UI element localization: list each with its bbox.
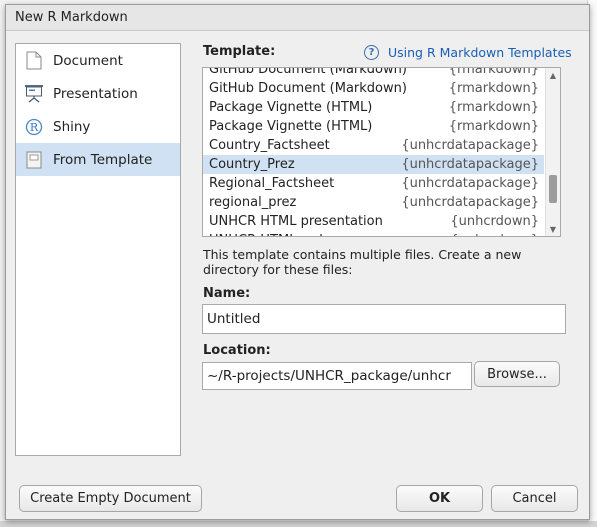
type-item-document[interactable]: Document: [16, 44, 180, 77]
svg-text:R: R: [30, 121, 39, 134]
template-row[interactable]: UNHCR HTML presentation {unhcrdown}: [203, 212, 544, 231]
document-icon: [24, 51, 44, 71]
template-row[interactable]: Country_Factsheet {unhcrdatapackage}: [203, 136, 544, 155]
template-name: Country_Factsheet: [209, 138, 330, 153]
new-rmarkdown-dialog: New R Markdown Document Presentation R S…: [5, 4, 590, 520]
template-label: Template:: [203, 44, 276, 59]
template-package: {unhcrdatapackage}: [401, 195, 539, 210]
help-link-text: Using R Markdown Templates: [388, 45, 572, 60]
scroll-down-icon[interactable]: ▼: [546, 222, 560, 236]
presentation-icon: [24, 84, 44, 104]
template-name: Package Vignette (HTML): [209, 119, 373, 134]
ok-button[interactable]: OK: [396, 485, 483, 512]
type-label: Shiny: [53, 118, 91, 135]
template-row[interactable]: UNHCR HTML webpage {unhcrdown}: [203, 231, 544, 236]
multiple-files-info: This template contains multiple files. C…: [203, 247, 522, 277]
template-name: UNHCR HTML presentation: [209, 214, 383, 229]
template-row[interactable]: Country_Prez {unhcrdatapackage}: [203, 155, 544, 174]
type-label: Document: [53, 52, 123, 69]
template-name: Regional_Factsheet: [209, 176, 335, 191]
help-icon: ?: [364, 45, 379, 60]
browse-button[interactable]: Browse...: [474, 361, 560, 387]
template-name: GitHub Document (Markdown): [209, 67, 407, 77]
template-package: {rmarkdown}: [448, 119, 539, 134]
background-statusbar: [0, 521, 597, 527]
template-scrollbar[interactable]: ▲ ▼: [545, 68, 560, 236]
template-package: {rmarkdown}: [448, 100, 539, 115]
name-input[interactable]: Untitled: [202, 304, 566, 334]
type-item-shiny[interactable]: R Shiny: [16, 110, 180, 143]
type-label: From Template: [53, 151, 153, 168]
dialog-titlebar[interactable]: New R Markdown: [6, 5, 589, 31]
location-label: Location:: [203, 343, 271, 358]
template-name: regional_prez: [209, 195, 297, 210]
template-row[interactable]: regional_prez {unhcrdatapackage}: [203, 193, 544, 212]
shiny-icon: R: [24, 117, 44, 137]
template-rows: GitHub Document (Markdown) {rmarkdown} Git…: [203, 67, 544, 236]
name-label: Name:: [203, 286, 251, 301]
document-type-list: Document Presentation R Shiny From Templ…: [15, 43, 181, 456]
template-name: GitHub Document (Markdown): [209, 81, 407, 96]
dialog-title: New R Markdown: [15, 10, 128, 25]
template-row[interactable]: Package Vignette (HTML) {rmarkdown}: [203, 117, 544, 136]
template-name: Country_Prez: [209, 157, 295, 172]
location-input[interactable]: ~/R-projects/UNHCR_package/unhcr: [202, 362, 472, 390]
scroll-thumb[interactable]: [549, 175, 557, 203]
template-list[interactable]: GitHub Document (Markdown) {rmarkdown} Git…: [202, 67, 561, 237]
template-package: {unhcrdatapackage}: [401, 138, 539, 153]
create-empty-document-button[interactable]: Create Empty Document: [19, 485, 202, 512]
scroll-up-icon[interactable]: ▲: [546, 68, 560, 82]
template-package: {rmarkdown}: [448, 67, 539, 77]
template-name: UNHCR HTML webpage: [209, 233, 360, 236]
type-item-presentation[interactable]: Presentation: [16, 77, 180, 110]
template-package: {unhcrdatapackage}: [401, 176, 539, 191]
template-row[interactable]: Package Vignette (HTML) {rmarkdown}: [203, 98, 544, 117]
template-row[interactable]: GitHub Document (Markdown) {rmarkdown}: [203, 67, 544, 79]
template-name: Package Vignette (HTML): [209, 100, 373, 115]
template-icon: [24, 150, 44, 170]
templates-help-link[interactable]: ? Using R Markdown Templates: [364, 45, 572, 60]
type-label: Presentation: [53, 85, 138, 102]
template-row[interactable]: Regional_Factsheet {unhcrdatapackage}: [203, 174, 544, 193]
template-package: {unhcrdown}: [450, 214, 539, 229]
cancel-button[interactable]: Cancel: [491, 485, 578, 512]
template-package: {rmarkdown}: [448, 81, 539, 96]
type-item-from-template[interactable]: From Template: [16, 143, 180, 176]
template-package: {unhcrdatapackage}: [401, 157, 539, 172]
template-package: {unhcrdown}: [450, 233, 539, 236]
template-row[interactable]: GitHub Document (Markdown) {rmarkdown}: [203, 79, 544, 98]
